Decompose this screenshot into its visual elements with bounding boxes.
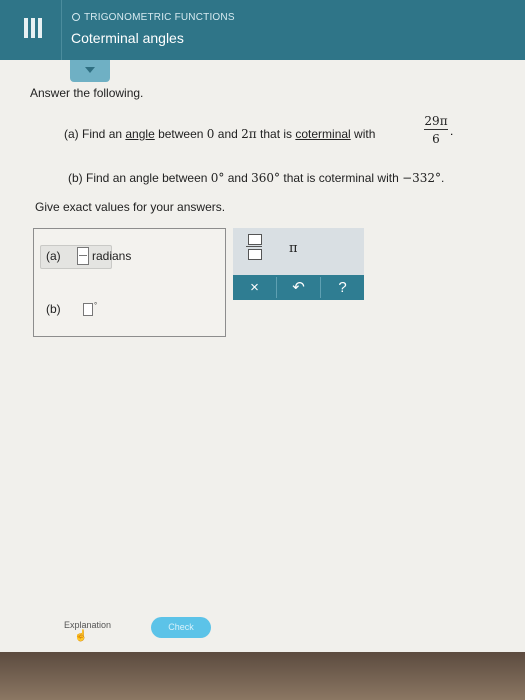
degree-unit: ° <box>94 301 98 310</box>
clear-button[interactable]: × <box>233 275 276 300</box>
answer-a-unit: radians <box>92 249 132 263</box>
topic-circle-icon <box>72 13 80 21</box>
check-button[interactable]: Check <box>151 617 211 638</box>
header-divider <box>61 0 62 60</box>
instructions: Give exact values for your answers. <box>35 200 226 214</box>
undo-button[interactable]: ↶ <box>277 275 320 300</box>
part-b-text: Find an angle between <box>86 171 211 185</box>
part-b-text: that is coterminal with <box>280 171 403 185</box>
answer-a-label: (a) <box>46 249 61 263</box>
part-b-math: 0° <box>210 171 225 185</box>
page-title: Coterminal angles <box>71 30 184 46</box>
topic-label: TRIGONOMETRIC FUNCTIONS <box>72 12 235 23</box>
question-prompt: Answer the following. <box>30 86 144 100</box>
screen: TRIGONOMETRIC FUNCTIONS Coterminal angle… <box>0 0 525 652</box>
angle-link[interactable]: angle <box>125 127 154 141</box>
part-a-text: with <box>350 127 376 141</box>
header-bar: TRIGONOMETRIC FUNCTIONS Coterminal angle… <box>0 0 525 60</box>
chevron-down-icon <box>85 67 95 73</box>
part-b-text: . <box>441 171 445 185</box>
part-a-math: 2π <box>241 127 257 141</box>
part-a-text: and <box>214 127 242 141</box>
fraction-numerator: 29π <box>424 114 448 130</box>
collapse-toggle[interactable] <box>70 60 110 82</box>
fraction: 29π 6 <box>424 114 448 146</box>
part-a-text: Find an <box>82 127 126 141</box>
hand-cursor-icon: ☝ <box>74 630 88 642</box>
fraction-icon[interactable] <box>246 234 262 260</box>
answer-a-input[interactable] <box>77 247 89 265</box>
monitor-bezel <box>0 652 525 700</box>
answer-b-input[interactable] <box>83 303 93 316</box>
part-a-text: between <box>154 127 207 141</box>
fraction-denominator: 6 <box>432 132 440 146</box>
answer-b-label: (b) <box>46 302 61 316</box>
fraction-period: . <box>450 124 454 138</box>
pi-button[interactable]: π <box>289 241 298 256</box>
part-a-label: (a) <box>64 127 79 141</box>
topic-text: TRIGONOMETRIC FUNCTIONS <box>84 12 235 23</box>
part-a-text: that is <box>256 127 296 141</box>
help-button[interactable]: ? <box>321 275 364 300</box>
part-b-math: 360° <box>251 171 281 185</box>
question-part-a: (a) Find an angle between 0 and 2π that … <box>64 127 375 141</box>
menu-icon[interactable] <box>22 18 44 38</box>
part-b-math: −332° <box>402 171 442 185</box>
question-part-b: (b) Find an angle between 0° and 360° th… <box>68 171 444 185</box>
part-b-text: and <box>224 171 252 185</box>
coterminal-link[interactable]: coterminal <box>295 127 350 141</box>
part-b-label: (b) <box>68 171 83 185</box>
